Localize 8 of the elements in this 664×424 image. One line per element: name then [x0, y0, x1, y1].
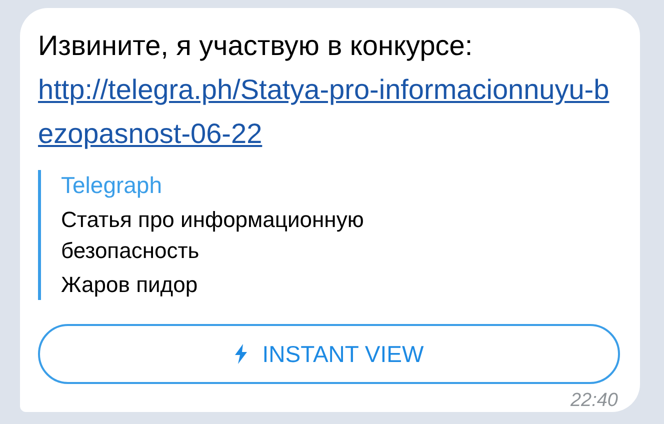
preview-description: Жаров пидор	[61, 271, 199, 299]
message-link[interactable]: http://telegra.ph/Statya-pro-informacionnuyu-bezopasnost-06-22	[38, 68, 620, 156]
preview-site-name: Telegraph	[61, 171, 164, 200]
preview-title: Статья про информационную безопасность	[61, 206, 365, 265]
message-text: Извините, я участвую в конкурсе:	[38, 29, 474, 63]
lightning-icon	[234, 344, 248, 364]
message-time: 22:40	[570, 390, 618, 412]
instant-view-button[interactable]: INSTANT VIEW	[38, 324, 620, 384]
